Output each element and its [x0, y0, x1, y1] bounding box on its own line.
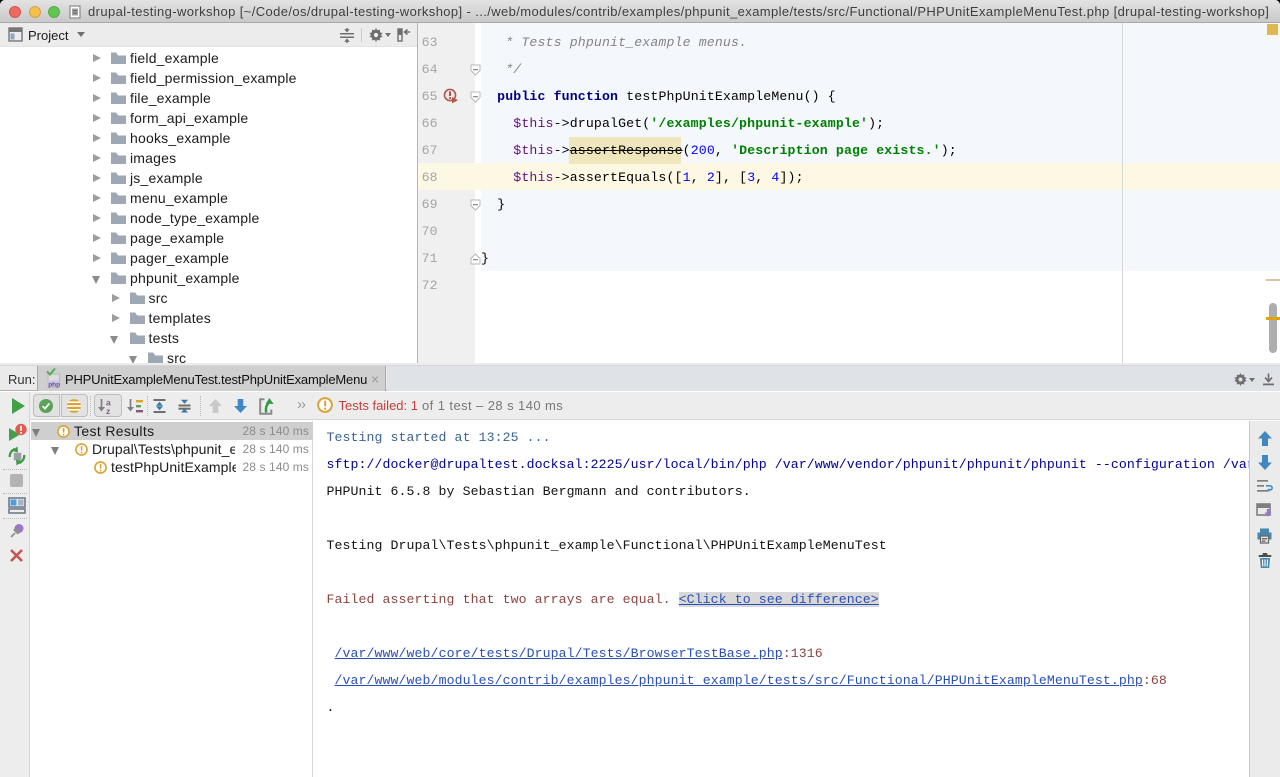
svg-text:php: php — [48, 381, 60, 388]
svg-text:z: z — [106, 406, 110, 414]
